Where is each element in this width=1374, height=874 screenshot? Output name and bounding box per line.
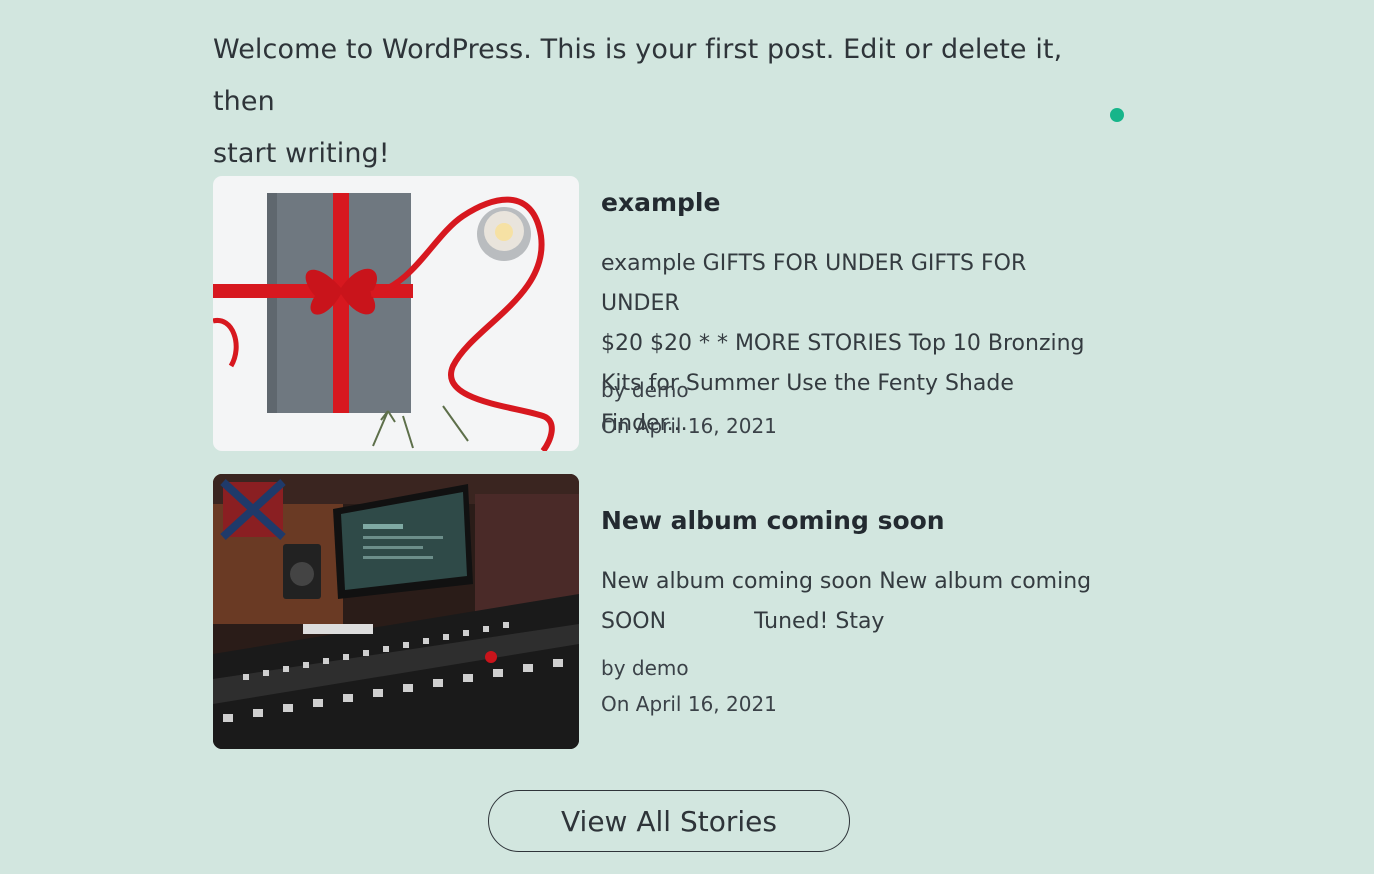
post-thumbnail-gift[interactable] (213, 176, 579, 451)
studio-image (213, 474, 579, 749)
intro-line-2: start writing! (213, 138, 390, 169)
excerpt-line-2: SOON Tuned! Stay (601, 602, 1101, 642)
post-card-example: example example GIFTS FOR UNDER GIFTS FO… (213, 176, 1113, 452)
status-dot-icon (1110, 108, 1124, 122)
gift-image (213, 176, 579, 451)
post-author: by demo (601, 656, 689, 680)
post-title[interactable]: example (601, 188, 720, 217)
post-author: by demo (601, 378, 689, 402)
post-thumbnail-studio[interactable] (213, 474, 579, 749)
excerpt-fragment: SOON (601, 609, 667, 634)
post-card-new-album: New album coming soon New album coming s… (213, 474, 1113, 750)
view-all-stories-button[interactable]: View All Stories (488, 790, 850, 852)
intro-line-1: Welcome to WordPress. This is your first… (213, 34, 1063, 117)
post-title[interactable]: New album coming soon (601, 506, 945, 535)
excerpt-line: $20 $20 * * MORE STORIES Top 10 Bronzing (601, 331, 1085, 356)
intro-text: Welcome to WordPress. This is your first… (213, 24, 1113, 180)
post-meta: by demo On April 16, 2021 (601, 650, 777, 722)
post-meta: by demo On April 16, 2021 (601, 372, 777, 444)
excerpt-line: example GIFTS FOR UNDER GIFTS FOR UNDER (601, 251, 1027, 316)
excerpt-line: New album coming soon New album coming (601, 569, 1092, 594)
post-date: On April 16, 2021 (601, 692, 777, 716)
post-excerpt: New album coming soon New album coming S… (601, 562, 1101, 642)
excerpt-fragment: Tuned! Stay (754, 609, 885, 634)
post-date: On April 16, 2021 (601, 414, 777, 438)
